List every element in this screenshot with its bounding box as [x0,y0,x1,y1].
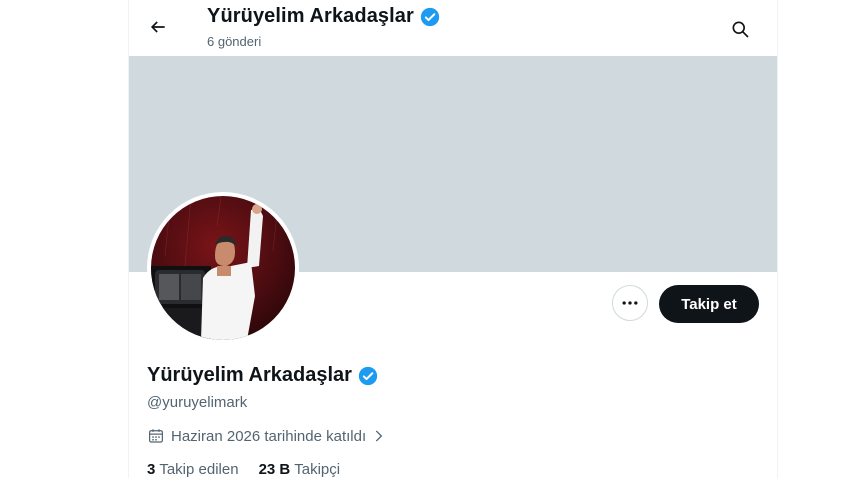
search-icon [732,21,749,38]
header-title: Yürüyelim Arkadaşlar [207,5,440,28]
search-button[interactable] [723,12,757,46]
header-title-text: Yürüyelim Arkadaşlar [207,5,414,27]
more-options-button[interactable] [612,285,648,321]
followers-link[interactable]: 23 B Takipçi [259,461,341,478]
more-horizontal-icon [622,301,638,305]
following-count: 3 [147,461,156,478]
chevron-right-icon [376,430,383,442]
profile-column: Yürüyelim Arkadaşlar 6 gönderi Takip et … [128,0,778,478]
followers-label: Takipçi [294,461,341,478]
verified-badge-icon[interactable] [358,366,378,386]
post-count: 6 gönderi [207,34,262,49]
avatar-frame [147,192,299,344]
profile-header-bar: Yürüyelim Arkadaşlar 6 gönderi [129,0,777,56]
followers-count: 23 B [258,461,291,478]
following-label: Takip edilen [159,461,239,478]
following-link[interactable]: 3 Takip edilen [147,461,239,478]
display-name: Yürüyelim Arkadaşlar [147,364,352,386]
profile-name: Yürüyelim Arkadaşlar [147,364,378,387]
user-handle: @yuruyelimark [147,394,248,411]
follow-stats: 3 Takip edilen 23 B Takipçi [147,461,340,478]
join-date-text: Haziran 2026 tarihinde katıldı [171,427,367,445]
back-button[interactable] [141,10,175,44]
join-date[interactable]: Haziran 2026 tarihinde katıldı [147,427,386,445]
arrow-left-icon [150,21,165,33]
follow-button[interactable]: Takip et [659,285,759,323]
verified-badge-icon [420,7,440,26]
calendar-icon [149,429,163,443]
avatar[interactable] [151,196,295,340]
